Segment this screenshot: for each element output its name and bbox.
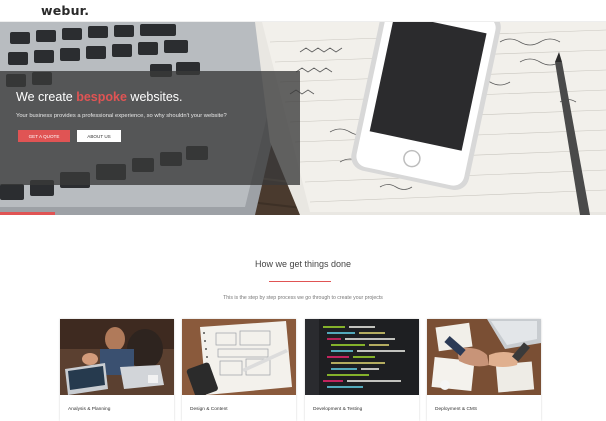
card-label: Design & Content [190,407,228,412]
top-navbar: webur. [0,0,606,22]
process-card-analysis[interactable]: Analysis & Planning [60,319,174,421]
process-card-development[interactable]: Development & Testing [305,319,419,421]
get-a-quote-button[interactable]: GET A QUOTE [18,130,70,142]
handshake-over-desk-image [427,319,541,395]
process-card-design[interactable]: Design & Content [182,319,296,421]
hero-slider-progress [0,212,55,215]
card-label: Development & Testing [313,407,363,412]
hero-subline: Your business provides a professional ex… [16,113,227,119]
brand-logo[interactable]: webur. [41,3,89,18]
process-section-subtitle: This is the step by step process we go t… [223,295,383,301]
hero-headline-start: We create [16,90,77,104]
hero-headline-accent: bespoke [76,90,127,104]
hero-section: We create bespoke websites. Your busines… [0,22,606,215]
card-label: Analysis & Planning [68,407,111,412]
about-us-button[interactable]: ABOUT US [77,130,121,142]
team-meeting-laptops-image [60,319,174,395]
card-label: Deployment & CMS [435,407,478,412]
hero-text-panel: We create bespoke websites. Your busines… [0,71,300,185]
hero-headline: We create bespoke websites. [16,90,183,104]
process-section-title: How we get things done [254,259,352,269]
process-card-deployment[interactable]: Deployment & CMS [427,319,541,421]
hero-headline-end: websites. [126,90,183,104]
section-divider [269,281,331,282]
code-editor-screen-image [305,319,419,395]
wireframe-sketch-notebook-image [182,319,296,395]
